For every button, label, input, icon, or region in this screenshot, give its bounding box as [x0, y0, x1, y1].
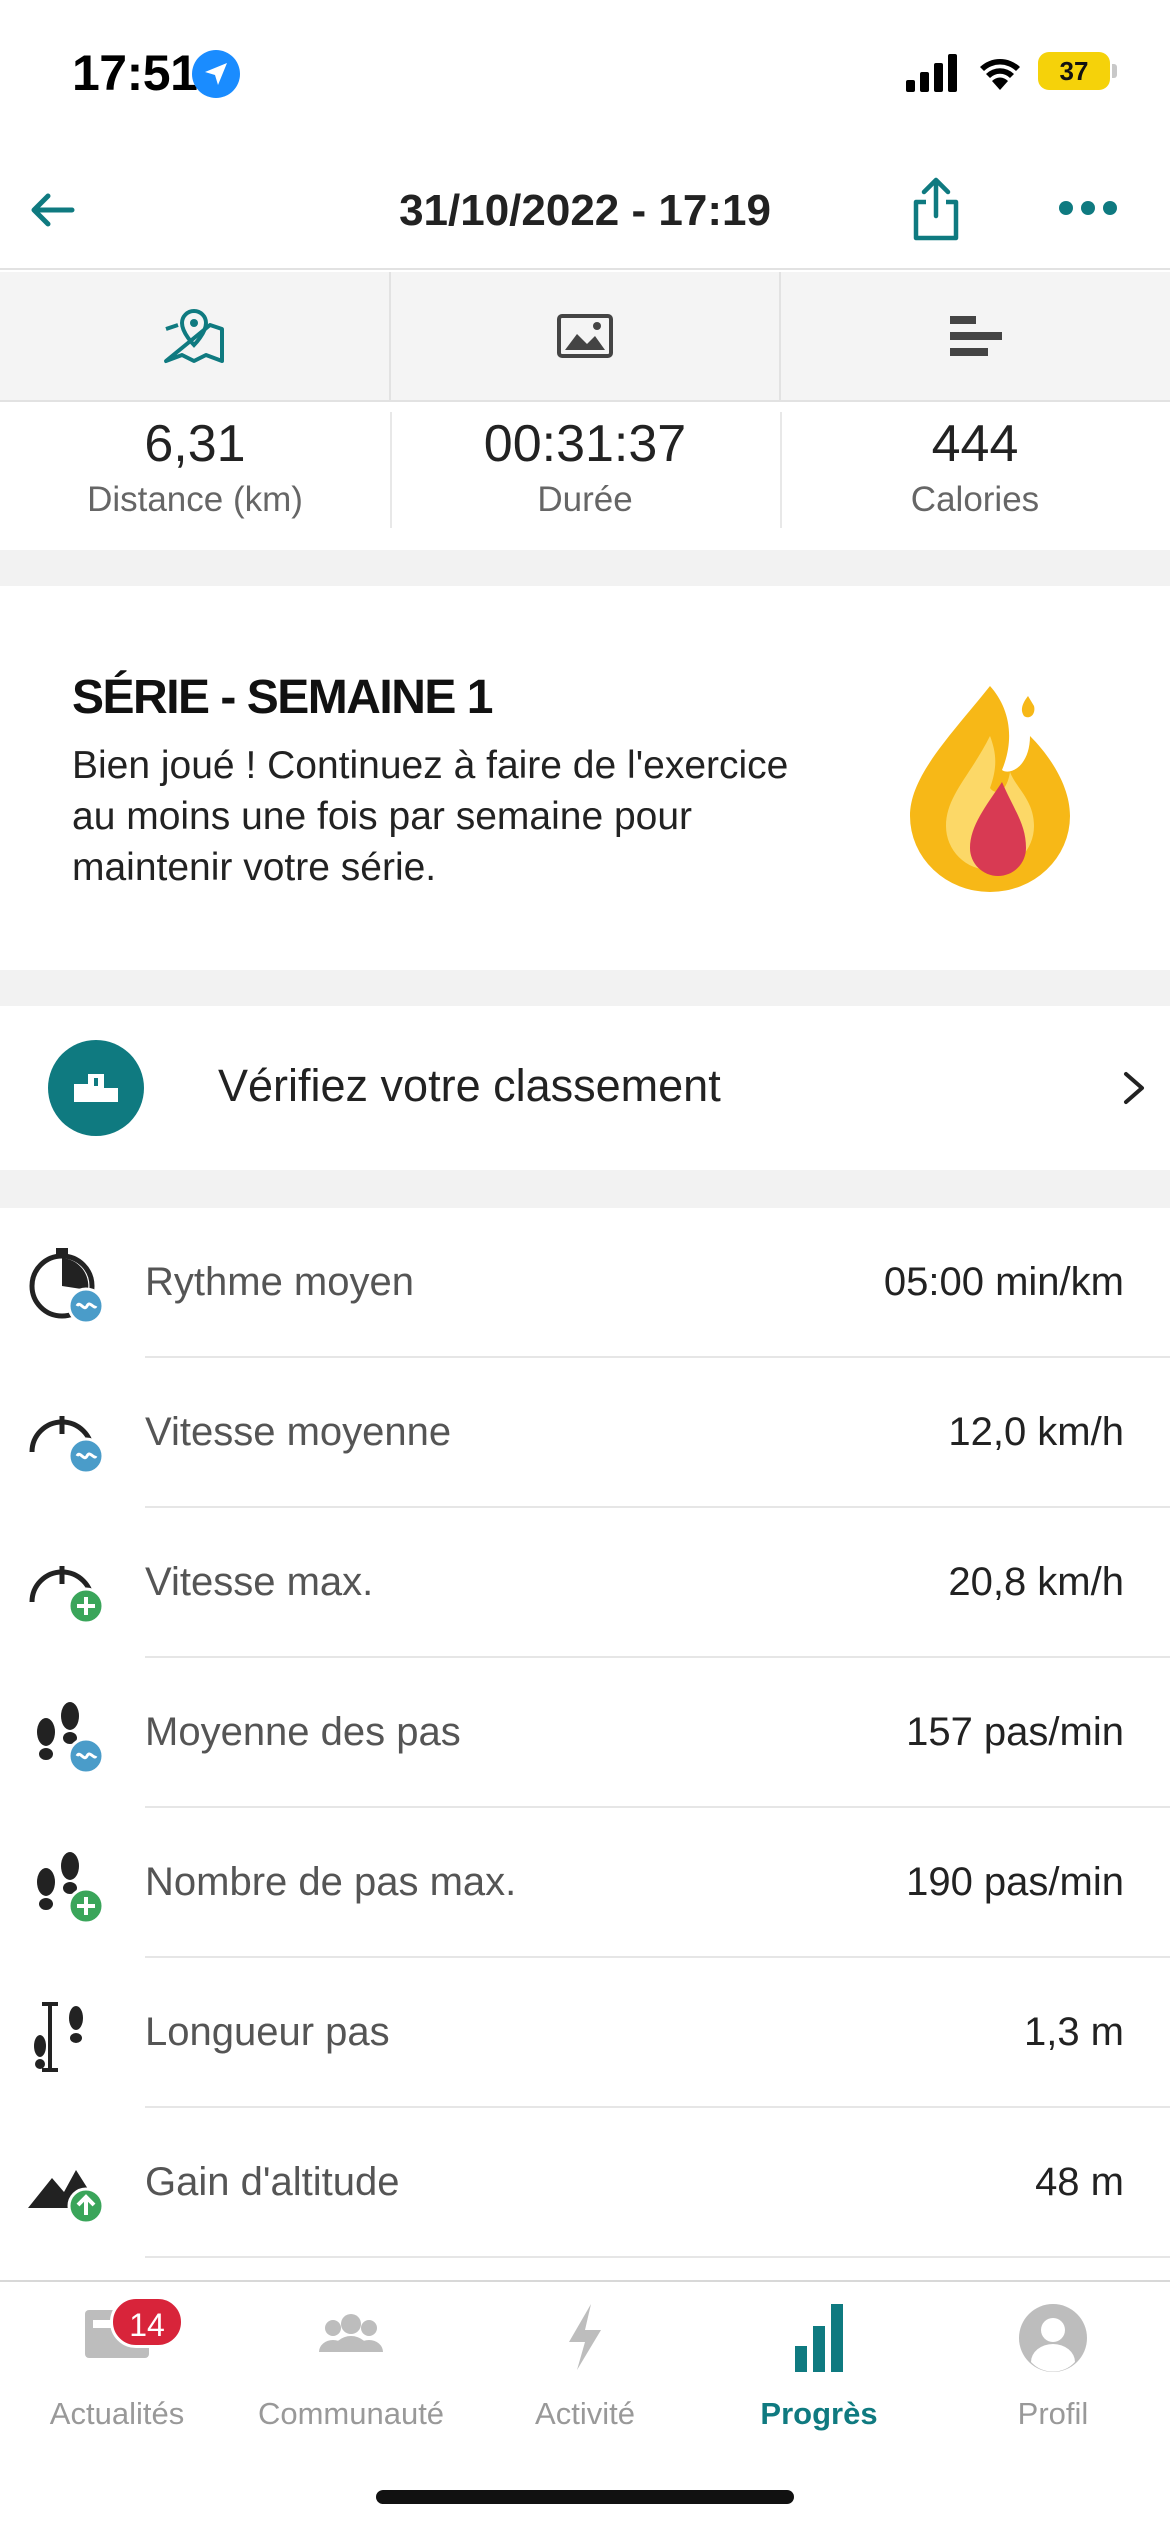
bars-icon: [949, 316, 1002, 356]
metric-row: Moyenne des pas 157 pas/min: [0, 1658, 1170, 1808]
summary-label: Durée: [537, 480, 633, 519]
metric-label: Nombre de pas max.: [145, 1860, 517, 1904]
nav-activite[interactable]: Activité: [468, 2282, 702, 2442]
page-title: 31/10/2022 - 17:19: [399, 186, 771, 235]
streak-description: Bien joué ! Continuez à faire de l'exerc…: [72, 744, 789, 889]
location-icon: [192, 50, 240, 98]
metric-label: Moyenne des pas: [145, 1710, 461, 1754]
metric-value: 05:00 min/km: [883, 1260, 1124, 1304]
nav-label: Profil: [1017, 2396, 1089, 2431]
tab-photos[interactable]: [391, 272, 782, 400]
ranking-label: Vérifiez votre classement: [218, 1060, 721, 1111]
streak-title: SÉRIE - SEMAINE 1: [72, 671, 493, 724]
map-icon: [164, 308, 225, 363]
metric-label: Gain d'altitude: [145, 2160, 400, 2204]
activity-summary: 6,31 Distance (km) 00:31:37 Durée 444 Ca…: [0, 404, 1170, 550]
metric-value: 157 pas/min: [906, 1710, 1124, 1754]
nav-progres[interactable]: Progrès: [702, 2282, 936, 2442]
tab-map[interactable]: [0, 272, 391, 400]
nav-communaute[interactable]: Communauté: [234, 2282, 468, 2442]
progress-chart-icon: [795, 2304, 843, 2372]
nav-label: Activité: [535, 2396, 635, 2431]
summary-distance: 6,31 Distance (km): [0, 404, 390, 550]
metric-label: Rythme moyen: [145, 1260, 414, 1304]
pace-average-icon: [29, 1248, 105, 1325]
tab-stats[interactable]: [781, 272, 1170, 400]
notification-badge: 14: [110, 2296, 184, 2348]
metric-value: 190 pas/min: [906, 1860, 1124, 1904]
lightning-icon: [569, 2304, 601, 2370]
metric-value: 48 m: [1035, 2160, 1124, 2204]
image-icon: [557, 314, 613, 358]
metric-row: Vitesse max. 20,8 km/h: [0, 1508, 1170, 1658]
summary-value: 6,31: [144, 415, 246, 473]
home-indicator: [376, 2490, 794, 2504]
section-divider: [0, 1170, 1170, 1208]
metric-row: Gain d'altitude 48 m: [0, 2108, 1170, 2258]
chevron-right-icon: [1124, 1072, 1144, 1104]
metric-row: Longueur pas 1,3 m: [0, 1958, 1170, 2108]
nav-profil[interactable]: Profil: [936, 2282, 1170, 2442]
status-bar: 17:51 37: [0, 0, 1170, 150]
metric-row: Nombre de pas max. 190 pas/min: [0, 1808, 1170, 1958]
metric-label: Vitesse moyenne: [145, 1410, 452, 1454]
metric-label: Vitesse max.: [145, 1560, 374, 1604]
view-tabs: [0, 272, 1170, 402]
flame-icon: [910, 686, 1070, 892]
summary-label: Distance (km): [87, 480, 303, 519]
steps-average-icon: [37, 1702, 105, 1775]
ranking-row[interactable]: Vérifiez votre classement: [0, 1006, 1170, 1170]
metric-value: 12,0 km/h: [948, 1410, 1124, 1454]
community-icon: [319, 2314, 383, 2352]
section-divider: [0, 550, 1170, 586]
nav-label: Progrès: [760, 2396, 878, 2431]
battery-cap: [1112, 64, 1117, 78]
profile-icon: [1019, 2304, 1087, 2372]
podium-icon: [48, 1040, 144, 1136]
battery-indicator: 37: [1038, 52, 1110, 90]
status-time: 17:51: [72, 45, 198, 101]
elevation-gain-icon: [28, 2170, 105, 2225]
summary-duration: 00:31:37 Durée: [390, 404, 780, 550]
metric-value: 20,8 km/h: [948, 1560, 1124, 1604]
cellular-signal-icon: [906, 54, 957, 92]
stride-length-icon: [34, 2002, 83, 2072]
summary-value: 00:31:37: [483, 415, 687, 473]
nav-actualites[interactable]: 14 Actualités: [0, 2282, 234, 2442]
summary-label: Calories: [910, 480, 1040, 519]
metric-row: Rythme moyen 05:00 min/km: [0, 1208, 1170, 1358]
share-icon[interactable]: [906, 174, 966, 242]
metric-row: Vitesse moyenne 12,0 km/h: [0, 1358, 1170, 1508]
speed-average-icon: [29, 1416, 105, 1475]
metrics-list: Rythme moyen 05:00 min/km Vitesse moyenn…: [0, 1208, 1170, 2258]
section-divider: [0, 970, 1170, 1006]
metric-label: Longueur pas: [145, 2010, 390, 2054]
metric-value: 1,3 m: [1023, 2010, 1124, 2054]
nav-label: Communauté: [257, 2396, 445, 2431]
wifi-icon: [980, 59, 1020, 90]
steps-max-icon: [37, 1852, 105, 1925]
summary-calories: 444 Calories: [780, 404, 1170, 550]
app-header: 31/10/2022 - 17:19: [0, 150, 1170, 270]
streak-card: SÉRIE - SEMAINE 1 Bien joué ! Continuez …: [0, 586, 1170, 970]
nav-label: Actualités: [49, 2396, 185, 2431]
speed-max-icon: [29, 1566, 105, 1625]
summary-value: 444: [931, 415, 1019, 473]
more-options-icon[interactable]: [1058, 196, 1118, 220]
